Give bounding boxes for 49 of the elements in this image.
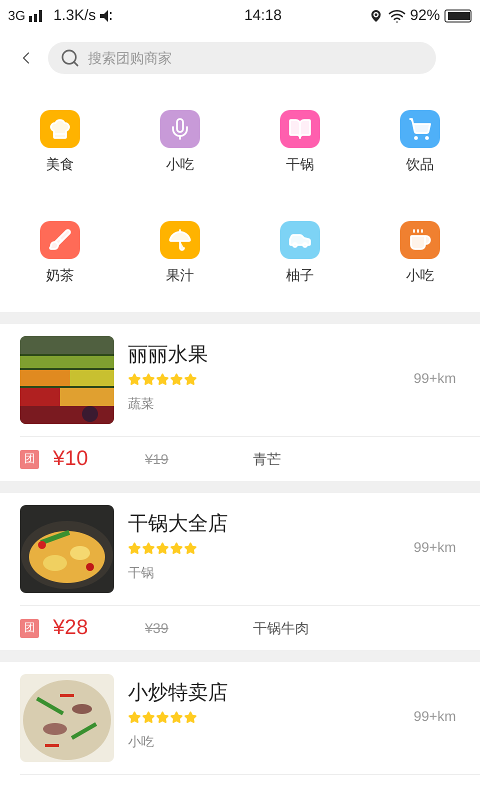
star-icon — [156, 711, 169, 724]
star-icon — [184, 373, 197, 386]
category-item[interactable]: 小吃 — [360, 221, 480, 286]
battery-icon — [444, 9, 472, 23]
star-icon — [170, 373, 183, 386]
original-price: ¥19 — [145, 450, 170, 468]
star-icon — [184, 711, 197, 724]
battery-level: 92% — [410, 6, 440, 26]
star-icon — [156, 542, 169, 555]
shop-name: 小炒特卖店 — [128, 681, 229, 706]
wifi-icon — [388, 7, 406, 25]
category-item[interactable]: 奶茶 — [0, 221, 120, 286]
shop-category: 干锅 — [128, 564, 155, 582]
distance: 99+km — [414, 706, 456, 726]
star-icon — [170, 711, 183, 724]
deal-item: 青芒 — [253, 450, 281, 468]
star-icon — [156, 373, 169, 386]
star-icon — [184, 542, 197, 555]
search-icon — [60, 48, 80, 68]
star-icon — [170, 542, 183, 555]
category-item[interactable]: 干锅 — [240, 110, 360, 175]
deal-price: ¥10 — [53, 446, 90, 472]
search-field[interactable]: 搜索团购商家 — [88, 48, 424, 68]
shop-name: 干锅大全店 — [128, 512, 229, 537]
star-icon — [128, 542, 141, 555]
shop-category: 蔬菜 — [128, 395, 155, 413]
star-icon — [128, 711, 141, 724]
original-price: ¥39 — [145, 618, 170, 638]
distance: 99+km — [414, 368, 456, 388]
category-item[interactable]: 饮品 — [360, 110, 480, 175]
group-buy-badge: 团 — [20, 618, 39, 638]
category-item[interactable]: 美食 — [0, 110, 120, 175]
deal-item: 干锅牛肉 — [253, 618, 309, 638]
shop-name: 丽丽水果 — [128, 343, 209, 368]
star-icon — [142, 542, 155, 555]
shop-category: 小吃 — [128, 733, 155, 751]
network-type: 3G — [8, 7, 26, 26]
deal-price: ¥28 — [53, 615, 90, 642]
category-item[interactable]: 柚子 — [240, 221, 360, 286]
clock: 14:18 — [243, 6, 283, 26]
group-buy-badge: 团 — [20, 450, 39, 468]
search-bar[interactable]: 搜索团购商家 — [48, 42, 436, 74]
star-icon — [142, 711, 155, 724]
category-item[interactable]: 果汁 — [120, 221, 240, 286]
category-item[interactable]: 小吃 — [120, 110, 240, 175]
distance: 99+km — [414, 538, 456, 556]
star-icon — [128, 373, 141, 386]
network-speed: 1.3K/s — [53, 6, 96, 26]
star-icon — [142, 373, 155, 386]
